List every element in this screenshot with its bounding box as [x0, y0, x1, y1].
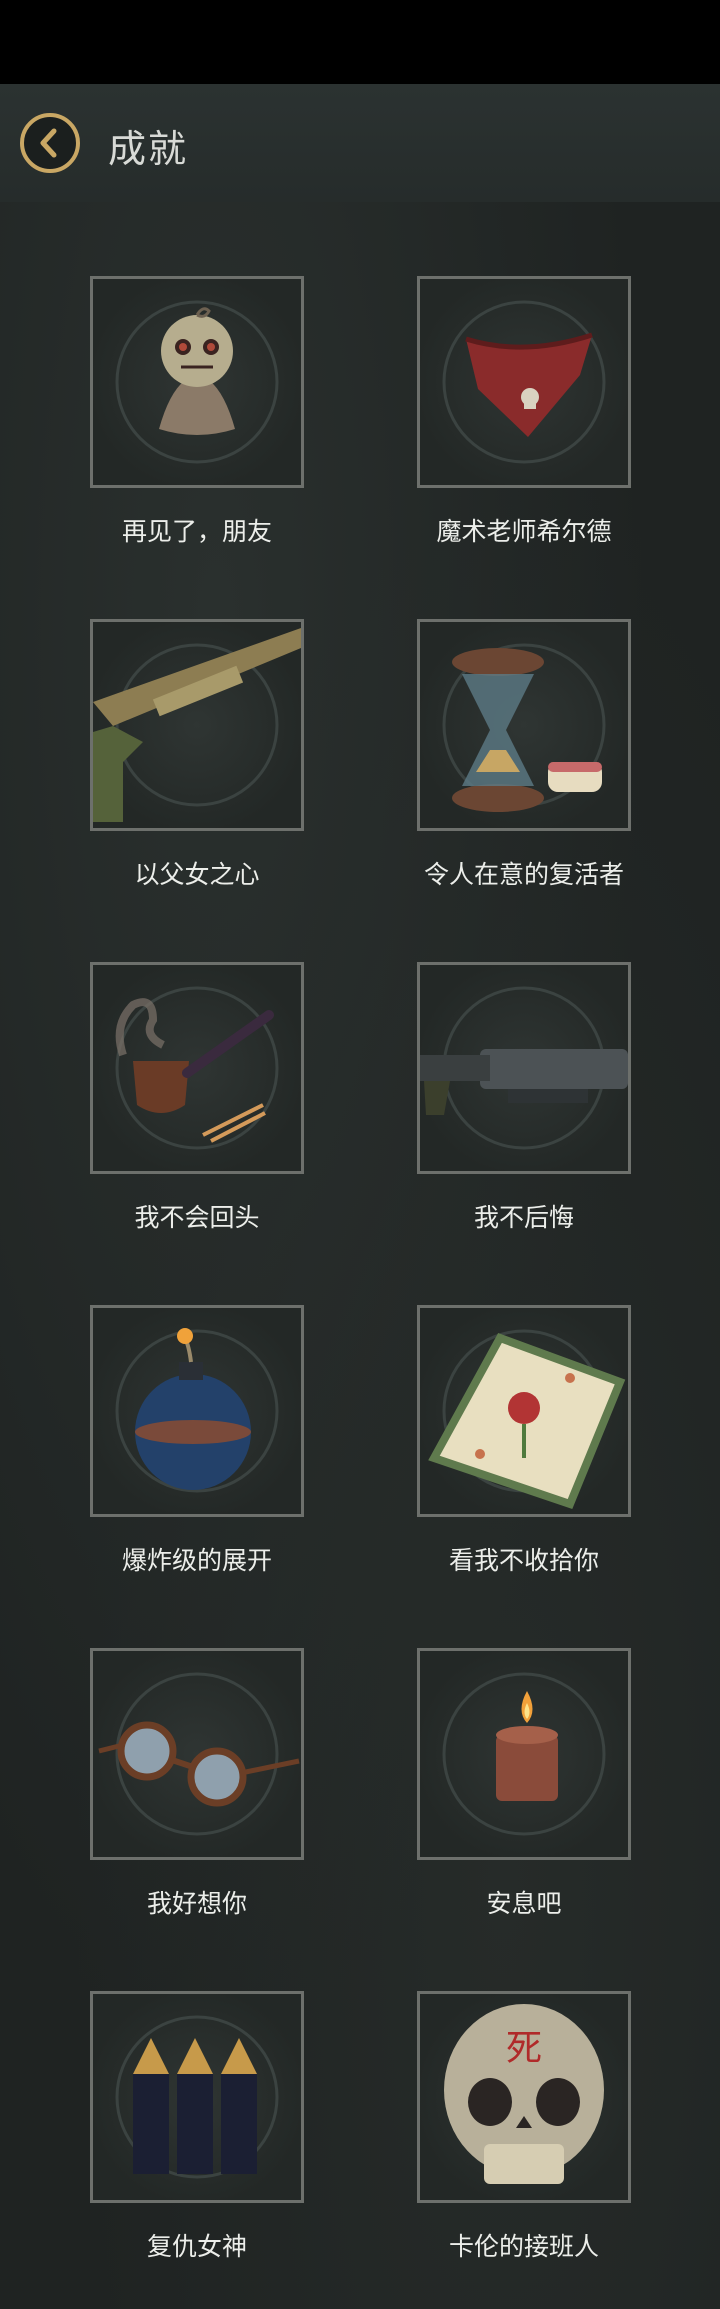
- achievement-name: 魔术老师希尔德: [436, 517, 612, 546]
- bullets-icon: [115, 2015, 279, 2179]
- achievement-tile: [417, 1305, 631, 1517]
- achievement-tile: [90, 276, 304, 488]
- achievement-tile: [417, 962, 631, 1174]
- hourglass-dentures-icon: [442, 643, 606, 812]
- achievement-tile: [417, 619, 631, 831]
- achievement-tile: [90, 1991, 304, 2203]
- achievement-name: 再见了，朋友: [121, 517, 272, 546]
- candle-icon: [442, 1672, 606, 1836]
- achievement-tile: [417, 1648, 631, 1860]
- achievement-name: 我好想你: [146, 1889, 247, 1918]
- achievement-name: 我不后悔: [473, 1203, 574, 1232]
- bandana-icon: [442, 300, 606, 464]
- achievement-name: 以父女之心: [134, 860, 260, 889]
- achievement-tile: [90, 619, 304, 831]
- achievement-tile: [90, 1648, 304, 1860]
- back-button[interactable]: [20, 113, 80, 173]
- shotgun-icon: [93, 628, 301, 822]
- rifle-icon: [420, 986, 628, 1150]
- skull-mark: 死: [506, 2028, 542, 2069]
- achievement-name: 安息吧: [486, 1889, 562, 1918]
- achievement-name: 复仇女神: [146, 2232, 247, 2261]
- skull-icon: 死: [444, 2004, 604, 2184]
- bomb-icon: [115, 1328, 279, 1493]
- achievement-tile: [90, 962, 304, 1174]
- achievement-name: 我不会回头: [134, 1203, 260, 1232]
- achievement-name: 爆炸级的展开: [121, 1546, 272, 1575]
- chevron-left-icon: [40, 128, 57, 158]
- achievement-tile: 死: [417, 1991, 631, 2203]
- status-bar: [0, 0, 720, 84]
- achievement-name: 令人在意的复活者: [423, 860, 624, 889]
- header-bar: 成就: [0, 84, 720, 203]
- achievement-grid: 再见了，朋友 魔术老师希尔德 以父女之心 令人在意的复活者 我不会回头 我不后悔…: [0, 202, 720, 2309]
- voodoo-doll-icon: [115, 300, 279, 464]
- achievement-tile: [90, 1305, 304, 1517]
- pipe-icon: [115, 986, 279, 1150]
- achievement-name: 卡伦的接班人: [448, 2232, 599, 2261]
- achievement-name: 看我不收拾你: [448, 1546, 599, 1575]
- glasses-icon: [98, 1672, 300, 1836]
- page-title: 成就: [108, 127, 189, 171]
- achievement-tile: [417, 276, 631, 488]
- handkerchief-icon: [428, 1329, 626, 1509]
